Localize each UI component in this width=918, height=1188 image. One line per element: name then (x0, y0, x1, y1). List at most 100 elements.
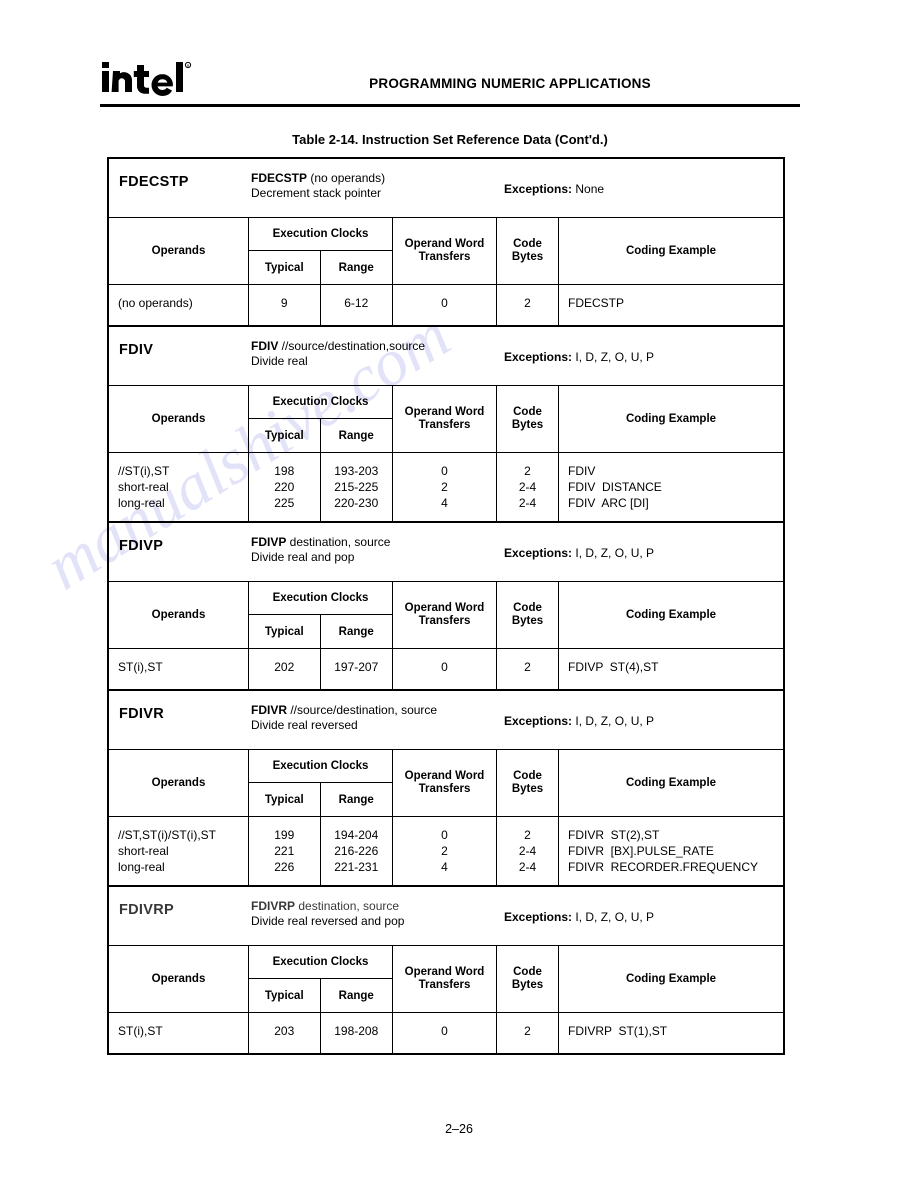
cell-range: 6-12 (344, 296, 369, 310)
cell-transfers: 0 2 4 (393, 817, 497, 885)
cell-execution-clocks: 199 221 226 194-204 216-226 221-231 (249, 817, 393, 885)
col-header-owt-line2: Transfers (418, 615, 471, 627)
exceptions-label: Exceptions: (504, 182, 573, 196)
instruction-syntax: FDIVR //source/destination, source Divid… (251, 703, 437, 733)
table-row: (no operands) 9 6-12 0 2 FDECSTP (109, 285, 783, 325)
exceptions: Exceptions: None (504, 182, 604, 196)
col-header-code-bytes-line2: Bytes (511, 979, 544, 991)
col-header-coding-example: Coding Example (625, 244, 717, 257)
col-header-coding-example: Coding Example (625, 412, 717, 425)
cell-operands: //ST(i),ST short-real long-real (109, 453, 249, 521)
col-header-execution-clocks: Execution Clocks Typical Range (249, 946, 393, 1012)
syntax-operands: //source/destination, source (287, 703, 438, 717)
cell-operands: ST(i),ST (109, 649, 249, 689)
column-header-row: Operands Execution Clocks Typical Range … (109, 750, 783, 817)
cell-execution-clocks: 203 198-208 (249, 1013, 393, 1053)
cell-range: 197-207 (334, 660, 379, 674)
instruction-block-fdiv: FDIV FDIV //source/destination,source Di… (109, 327, 783, 523)
exceptions: Exceptions: I, D, Z, O, U, P (504, 350, 654, 364)
instruction-syntax: FDIVRP destination, source Divide real r… (251, 899, 404, 929)
col-header-operand-word-transfers: Operand Word Transfers (393, 750, 497, 816)
block-title-row: FDECSTP FDECSTP (no operands) Decrement … (109, 159, 783, 218)
col-header-owt-line1: Operand Word (404, 770, 485, 782)
col-header-operands: Operands (109, 946, 249, 1012)
exceptions: Exceptions: I, D, Z, O, U, P (504, 910, 654, 924)
cell-code-bytes: 2 2-4 2-4 (497, 453, 559, 521)
col-header-code-bytes-line1: Code (513, 770, 542, 782)
header-title: PROGRAMMING NUMERIC APPLICATIONS (369, 76, 651, 91)
col-header-execution-clocks: Execution Clocks Typical Range (249, 386, 393, 452)
instruction-description: Divide real reversed (251, 718, 358, 732)
col-header-range: Range (338, 261, 374, 274)
col-header-operands: Operands (109, 582, 249, 648)
col-header-execution-clocks: Execution Clocks Typical Range (249, 750, 393, 816)
exceptions-value: I, D, Z, O, U, P (575, 910, 655, 924)
col-header-code-bytes: Code Bytes (497, 946, 559, 1012)
column-header-row: Operands Execution Clocks Typical Range … (109, 946, 783, 1013)
cell-range: 193-203 215-225 220-230 (334, 464, 379, 510)
exceptions-label: Exceptions: (504, 910, 573, 924)
col-header-execution-clocks-label: Execution Clocks (249, 386, 392, 419)
col-header-code-bytes-line1: Code (513, 238, 542, 250)
svg-text:R: R (187, 64, 190, 68)
cell-coding-example: FDIVR ST(2),ST FDIVR [BX].PULSE_RATE FDI… (568, 828, 759, 874)
exceptions: Exceptions: I, D, Z, O, U, P (504, 714, 654, 728)
col-header-owt-line1: Operand Word (404, 602, 485, 614)
col-header-code-bytes: Code Bytes (497, 582, 559, 648)
col-header-coding-example: Coding Example (625, 776, 717, 789)
col-header-execution-clocks-label: Execution Clocks (249, 750, 392, 783)
instruction-description: Decrement stack pointer (251, 186, 382, 200)
instruction-mnemonic: FDIVR (119, 706, 164, 722)
instruction-mnemonic: FDIV (119, 342, 154, 358)
syntax-mnemonic: FDIVRP (251, 899, 296, 913)
col-header-code-bytes-line2: Bytes (511, 783, 544, 795)
exceptions-label: Exceptions: (504, 714, 573, 728)
col-header-code-bytes-line1: Code (513, 602, 542, 614)
cell-typical: 9 (249, 285, 321, 325)
cell-typical: 198 220 225 (249, 453, 321, 521)
col-header-owt-line2: Transfers (418, 251, 471, 263)
table-row: //ST(i),ST short-real long-real 198 220 … (109, 453, 783, 521)
col-header-operand-word-transfers: Operand Word Transfers (393, 386, 497, 452)
col-header-owt-line2: Transfers (418, 783, 471, 795)
cell-range: 198-208 (334, 1024, 379, 1038)
syntax-mnemonic: FDIVP (251, 535, 287, 549)
col-header-operands: Operands (109, 218, 249, 284)
cell-transfers: 0 (393, 285, 497, 325)
instruction-mnemonic: FDECSTP (119, 174, 189, 190)
cell-coding-example: FDIV FDIV DISTANCE FDIV ARC [DI] (568, 464, 662, 510)
cell-transfers: 0 (393, 1013, 497, 1053)
col-header-code-bytes-line2: Bytes (511, 419, 544, 431)
col-header-code-bytes: Code Bytes (497, 750, 559, 816)
block-title-row: FDIVR FDIVR //source/destination, source… (109, 691, 783, 750)
syntax-operands: destination, source (286, 535, 391, 549)
instruction-syntax: FDIVP destination, source Divide real an… (251, 535, 390, 565)
header-rule (100, 104, 800, 107)
syntax-mnemonic: FDIVR (251, 703, 287, 717)
col-header-code-bytes-line1: Code (513, 406, 542, 418)
exceptions: Exceptions: I, D, Z, O, U, P (504, 546, 654, 560)
block-title-row: FDIVRP FDIVRP destination, source Divide… (109, 887, 783, 946)
col-header-range: Range (338, 793, 374, 806)
cell-code-bytes: 2 (497, 649, 559, 689)
instruction-description: Divide real (251, 354, 308, 368)
col-header-owt-line1: Operand Word (404, 966, 485, 978)
col-header-operands: Operands (109, 386, 249, 452)
column-header-row: Operands Execution Clocks Typical Range … (109, 218, 783, 285)
column-header-row: Operands Execution Clocks Typical Range … (109, 386, 783, 453)
col-header-code-bytes: Code Bytes (497, 386, 559, 452)
cell-execution-clocks: 198 220 225 193-203 215-225 220-230 (249, 453, 393, 521)
col-header-operand-word-transfers: Operand Word Transfers (393, 582, 497, 648)
cell-operands: ST(i),ST (109, 1013, 249, 1053)
cell-code-bytes: 2 2-4 2-4 (497, 817, 559, 885)
table-row: ST(i),ST 202 197-207 0 2 FDIVP ST(4),ST (109, 649, 783, 689)
col-header-execution-clocks-label: Execution Clocks (249, 946, 392, 979)
col-header-owt-line1: Operand Word (404, 406, 485, 418)
col-header-range: Range (338, 429, 374, 442)
col-header-coding-example: Coding Example (625, 972, 717, 985)
block-title-row: FDIVP FDIVP destination, source Divide r… (109, 523, 783, 582)
page-header: R PROGRAMMING NUMERIC APPLICATIONS (100, 58, 800, 110)
col-header-operand-word-transfers: Operand Word Transfers (393, 946, 497, 1012)
exceptions-label: Exceptions: (504, 546, 573, 560)
exceptions-value: I, D, Z, O, U, P (575, 714, 655, 728)
